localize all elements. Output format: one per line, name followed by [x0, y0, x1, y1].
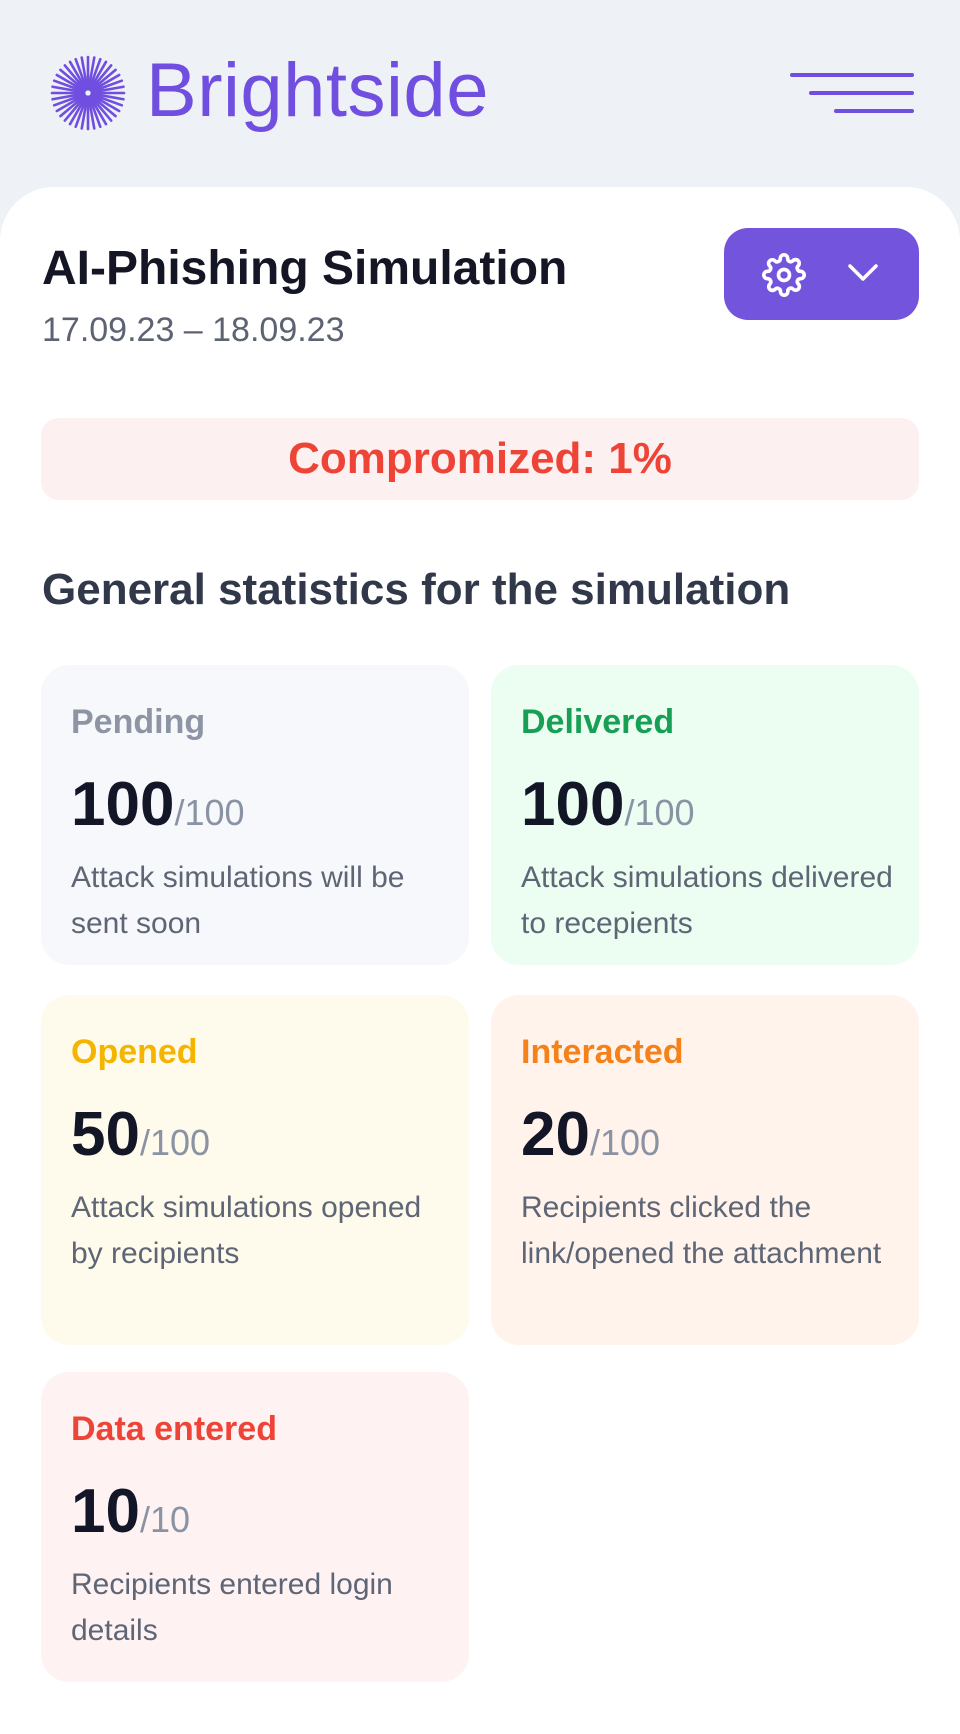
stat-total: /100 [139, 1122, 211, 1163]
stat-number: 50 [71, 1100, 140, 1169]
stat-value: 50/100 [71, 1099, 210, 1170]
gear-icon [762, 253, 806, 297]
stat-value: 100/100 [71, 769, 245, 840]
stat-description: Recipients clicked the link/opened the a… [521, 1191, 882, 1270]
brand-name: Brightside [146, 48, 489, 133]
stat-label: Delivered [521, 703, 675, 741]
settings-dropdown-button[interactable] [724, 228, 919, 320]
simulation-dates: 17.09.23 – 18.09.23 [42, 311, 345, 349]
stat-number: 10 [71, 1477, 140, 1546]
stat-total: /10 [139, 1499, 191, 1540]
stat-value: 10/10 [71, 1476, 190, 1547]
stat-label: Opened [71, 1033, 198, 1071]
stat-number: 20 [521, 1100, 590, 1169]
stat-value: 100/100 [521, 769, 695, 840]
compromised-text: Compromized: 1% [288, 434, 672, 483]
stat-total: /100 [589, 1122, 661, 1163]
compromised-banner: Compromized: 1% [41, 418, 919, 500]
stat-card-opened[interactable]: Opened 50/100 Attack simulations opened … [41, 995, 469, 1345]
chevron-down-icon [848, 264, 878, 281]
stat-card-pending[interactable]: Pending 100/100 Attack simulations will … [41, 665, 469, 965]
stat-label: Data entered [71, 1410, 277, 1448]
stat-card-interacted[interactable]: Interacted 20/100 Recipients clicked the… [491, 995, 919, 1345]
stat-number: 100 [71, 770, 175, 839]
stat-card-delivered[interactable]: Delivered 100/100 Attack simulations del… [491, 665, 919, 965]
stat-card-data-entered[interactable]: Data entered 10/10 Recipients entered lo… [41, 1372, 469, 1682]
stat-description: Attack simulations will be sent soon [71, 861, 405, 940]
stat-value: 20/100 [521, 1099, 660, 1170]
stat-label: Pending [71, 703, 206, 741]
stat-label: Interacted [521, 1033, 684, 1071]
stat-total: /100 [624, 792, 695, 833]
hamburger-menu-icon[interactable] [790, 70, 914, 116]
app-header: Brightside [0, 0, 960, 190]
simulation-title: AI-Phishing Simulation [42, 242, 568, 295]
stat-description: Attack simulations delivered to recepien… [521, 861, 893, 940]
stats-section-title: General statistics for the simulation [42, 565, 791, 614]
brand-logo[interactable]: Brightside [50, 48, 489, 133]
starburst-icon [50, 55, 126, 131]
stat-number: 100 [521, 770, 625, 839]
stat-description: Recipients entered login details [71, 1568, 393, 1647]
stat-description: Attack simulations opened by recipients [71, 1191, 422, 1270]
stat-total: /100 [174, 792, 245, 833]
